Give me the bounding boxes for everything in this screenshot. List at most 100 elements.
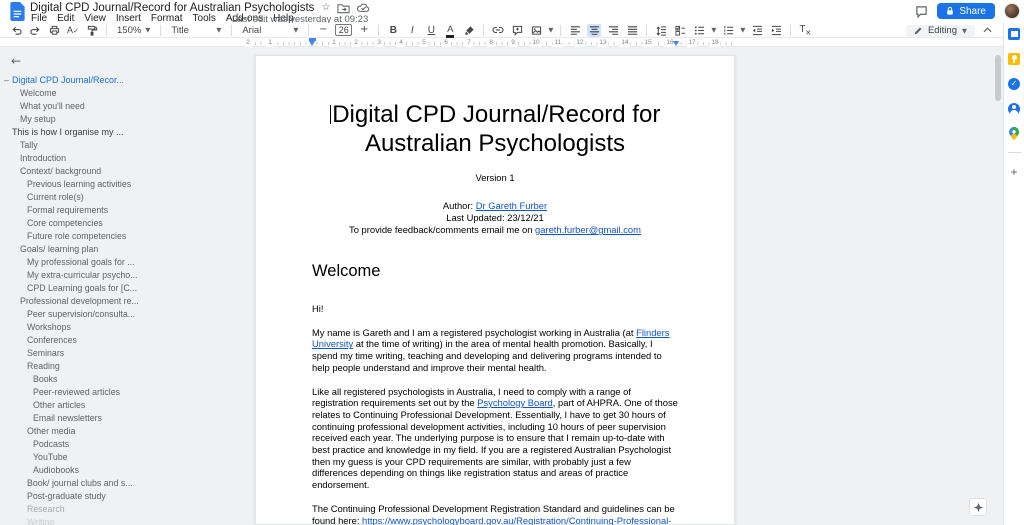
- outline-item[interactable]: Other media: [0, 425, 242, 438]
- move-to-folder-icon[interactable]: [337, 3, 350, 14]
- doc-heading-title-line1[interactable]: Digital CPD Journal/Record for: [312, 100, 678, 129]
- insert-image-button[interactable]: [529, 24, 543, 37]
- zoom-select[interactable]: 150%▼: [114, 24, 153, 37]
- hide-menus-button[interactable]: [983, 27, 992, 33]
- outline-item[interactable]: Introduction: [0, 152, 242, 165]
- right-indent-marker[interactable]: [673, 41, 679, 46]
- document-page[interactable]: Digital CPD Journal/Record for Australia…: [255, 55, 735, 525]
- doc-link[interactable]: https://www.psychologyboard.gov.au/Regis…: [312, 515, 671, 525]
- paragraph-style-select[interactable]: Title▼: [168, 24, 224, 37]
- outline-item[interactable]: Writing: [0, 516, 242, 525]
- align-justify-button[interactable]: [625, 24, 639, 37]
- outline-item[interactable]: Books: [0, 373, 242, 386]
- outline-item[interactable]: Research: [0, 503, 242, 516]
- clear-formatting-button[interactable]: T✕: [798, 24, 812, 37]
- increase-indent-button[interactable]: [769, 24, 783, 37]
- comment-history-icon[interactable]: [915, 5, 928, 18]
- outline-item[interactable]: Conferences: [0, 334, 242, 347]
- outline-item[interactable]: Email newsletters: [0, 412, 242, 425]
- left-indent-marker[interactable]: [309, 41, 315, 46]
- undo-button[interactable]: [9, 24, 23, 37]
- outline-item[interactable]: Workshops: [0, 321, 242, 334]
- outline-item[interactable]: YouTube: [0, 451, 242, 464]
- google-docs-logo-icon[interactable]: [10, 2, 25, 21]
- welcome-heading[interactable]: Welcome: [312, 262, 678, 281]
- outline-item[interactable]: Previous learning activities: [0, 178, 242, 191]
- outline-item[interactable]: My setup: [0, 113, 242, 126]
- paragraph-1[interactable]: My name is Gareth and I am a registered …: [312, 327, 678, 374]
- decrease-indent-button[interactable]: [750, 24, 764, 37]
- bold-button[interactable]: B: [386, 24, 400, 37]
- line-spacing-button[interactable]: [654, 24, 668, 37]
- outline-item[interactable]: Goals/ learning plan: [0, 243, 242, 256]
- numbered-list-button[interactable]: [721, 24, 735, 37]
- paragraph-2[interactable]: Like all registered psychologists in Aus…: [312, 386, 678, 491]
- close-outline-icon[interactable]: ←: [11, 54, 25, 68]
- font-size-input[interactable]: 26: [335, 24, 352, 36]
- outline-item[interactable]: Tally: [0, 139, 242, 152]
- explore-button[interactable]: [969, 498, 987, 516]
- italic-button[interactable]: I: [405, 24, 419, 37]
- keep-icon[interactable]: [1008, 52, 1021, 65]
- tasks-icon[interactable]: ✓: [1008, 77, 1021, 90]
- outline-item[interactable]: Peer supervision/consulta...: [0, 308, 242, 321]
- checklist-button[interactable]: [673, 24, 687, 37]
- outline-item[interactable]: Other articles: [0, 399, 242, 412]
- document-status-cloud-icon[interactable]: [357, 3, 370, 13]
- insert-image-dropdown[interactable]: ▼: [548, 26, 553, 34]
- outline-item[interactable]: My extra-curricular psycho...: [0, 269, 242, 282]
- outline-item[interactable]: Digital CPD Journal/Recor...: [0, 74, 242, 87]
- outline-item[interactable]: Reading: [0, 360, 242, 373]
- add-comment-button[interactable]: [510, 24, 524, 37]
- ruler[interactable]: 21123456789101112131415161718: [0, 38, 1003, 47]
- print-button[interactable]: [47, 24, 61, 37]
- redo-button[interactable]: [28, 24, 42, 37]
- outline-item[interactable]: What you'll need: [0, 100, 242, 113]
- outline-item[interactable]: This is how I organise my ...: [0, 126, 242, 139]
- contacts-icon[interactable]: [1008, 102, 1021, 115]
- doc-link[interactable]: Flinders University: [312, 327, 669, 350]
- vertical-scrollbar[interactable]: [995, 55, 1001, 101]
- increase-font-size-button[interactable]: +: [357, 24, 371, 37]
- doc-link[interactable]: Psychology Board: [477, 397, 553, 408]
- calendar-icon[interactable]: [1008, 27, 1021, 40]
- bulleted-list-dropdown[interactable]: ▼: [711, 26, 716, 34]
- version-line[interactable]: Version 1: [312, 172, 678, 184]
- outline-item[interactable]: Core competencies: [0, 217, 242, 230]
- underline-button[interactable]: U: [424, 24, 438, 37]
- paragraph-3[interactable]: The Continuing Professional Development …: [312, 503, 678, 525]
- outline-item[interactable]: CPD Learning goals for [C...: [0, 282, 242, 295]
- bulleted-list-button[interactable]: [692, 24, 706, 37]
- editing-mode-select[interactable]: Editing ▼: [906, 25, 975, 38]
- outline-item[interactable]: Audiobooks: [0, 464, 242, 477]
- outline-item[interactable]: Peer-reviewed articles: [0, 386, 242, 399]
- greeting-paragraph[interactable]: Hi!: [312, 303, 678, 315]
- doc-heading-title-line2[interactable]: Australian Psychologists: [312, 129, 678, 158]
- share-button[interactable]: Share: [937, 3, 995, 19]
- account-avatar[interactable]: [1004, 3, 1020, 19]
- outline-item[interactable]: Seminars: [0, 347, 242, 360]
- insert-link-button[interactable]: [491, 24, 505, 37]
- align-center-button[interactable]: [587, 24, 601, 37]
- outline-item[interactable]: Formal requirements: [0, 204, 242, 217]
- numbered-list-dropdown[interactable]: ▼: [740, 26, 745, 34]
- decrease-font-size-button[interactable]: −: [316, 24, 330, 37]
- outline-item[interactable]: Current role(s): [0, 191, 242, 204]
- outline-item[interactable]: Post-graduate study: [0, 490, 242, 503]
- paint-format-button[interactable]: [85, 24, 99, 37]
- star-icon[interactable]: ☆: [321, 3, 330, 13]
- outline-item[interactable]: Professional development re...: [0, 295, 242, 308]
- align-left-button[interactable]: [568, 24, 582, 37]
- outline-item[interactable]: Context/ background: [0, 165, 242, 178]
- spellcheck-button[interactable]: A✓: [66, 24, 80, 37]
- outline-item[interactable]: My professional goals for ...: [0, 256, 242, 269]
- feedback-email-link[interactable]: gareth.furber@gmail.com: [535, 224, 641, 235]
- maps-icon[interactable]: [1008, 127, 1021, 140]
- outline-item[interactable]: Podcasts: [0, 438, 242, 451]
- author-link[interactable]: Dr Gareth Furber: [476, 200, 547, 211]
- font-select[interactable]: Arial▼: [239, 24, 301, 37]
- get-add-ons-icon[interactable]: +: [1008, 165, 1021, 178]
- outline-item[interactable]: Future role competencies: [0, 230, 242, 243]
- highlight-color-button[interactable]: [462, 24, 476, 37]
- text-color-button[interactable]: A: [443, 24, 457, 37]
